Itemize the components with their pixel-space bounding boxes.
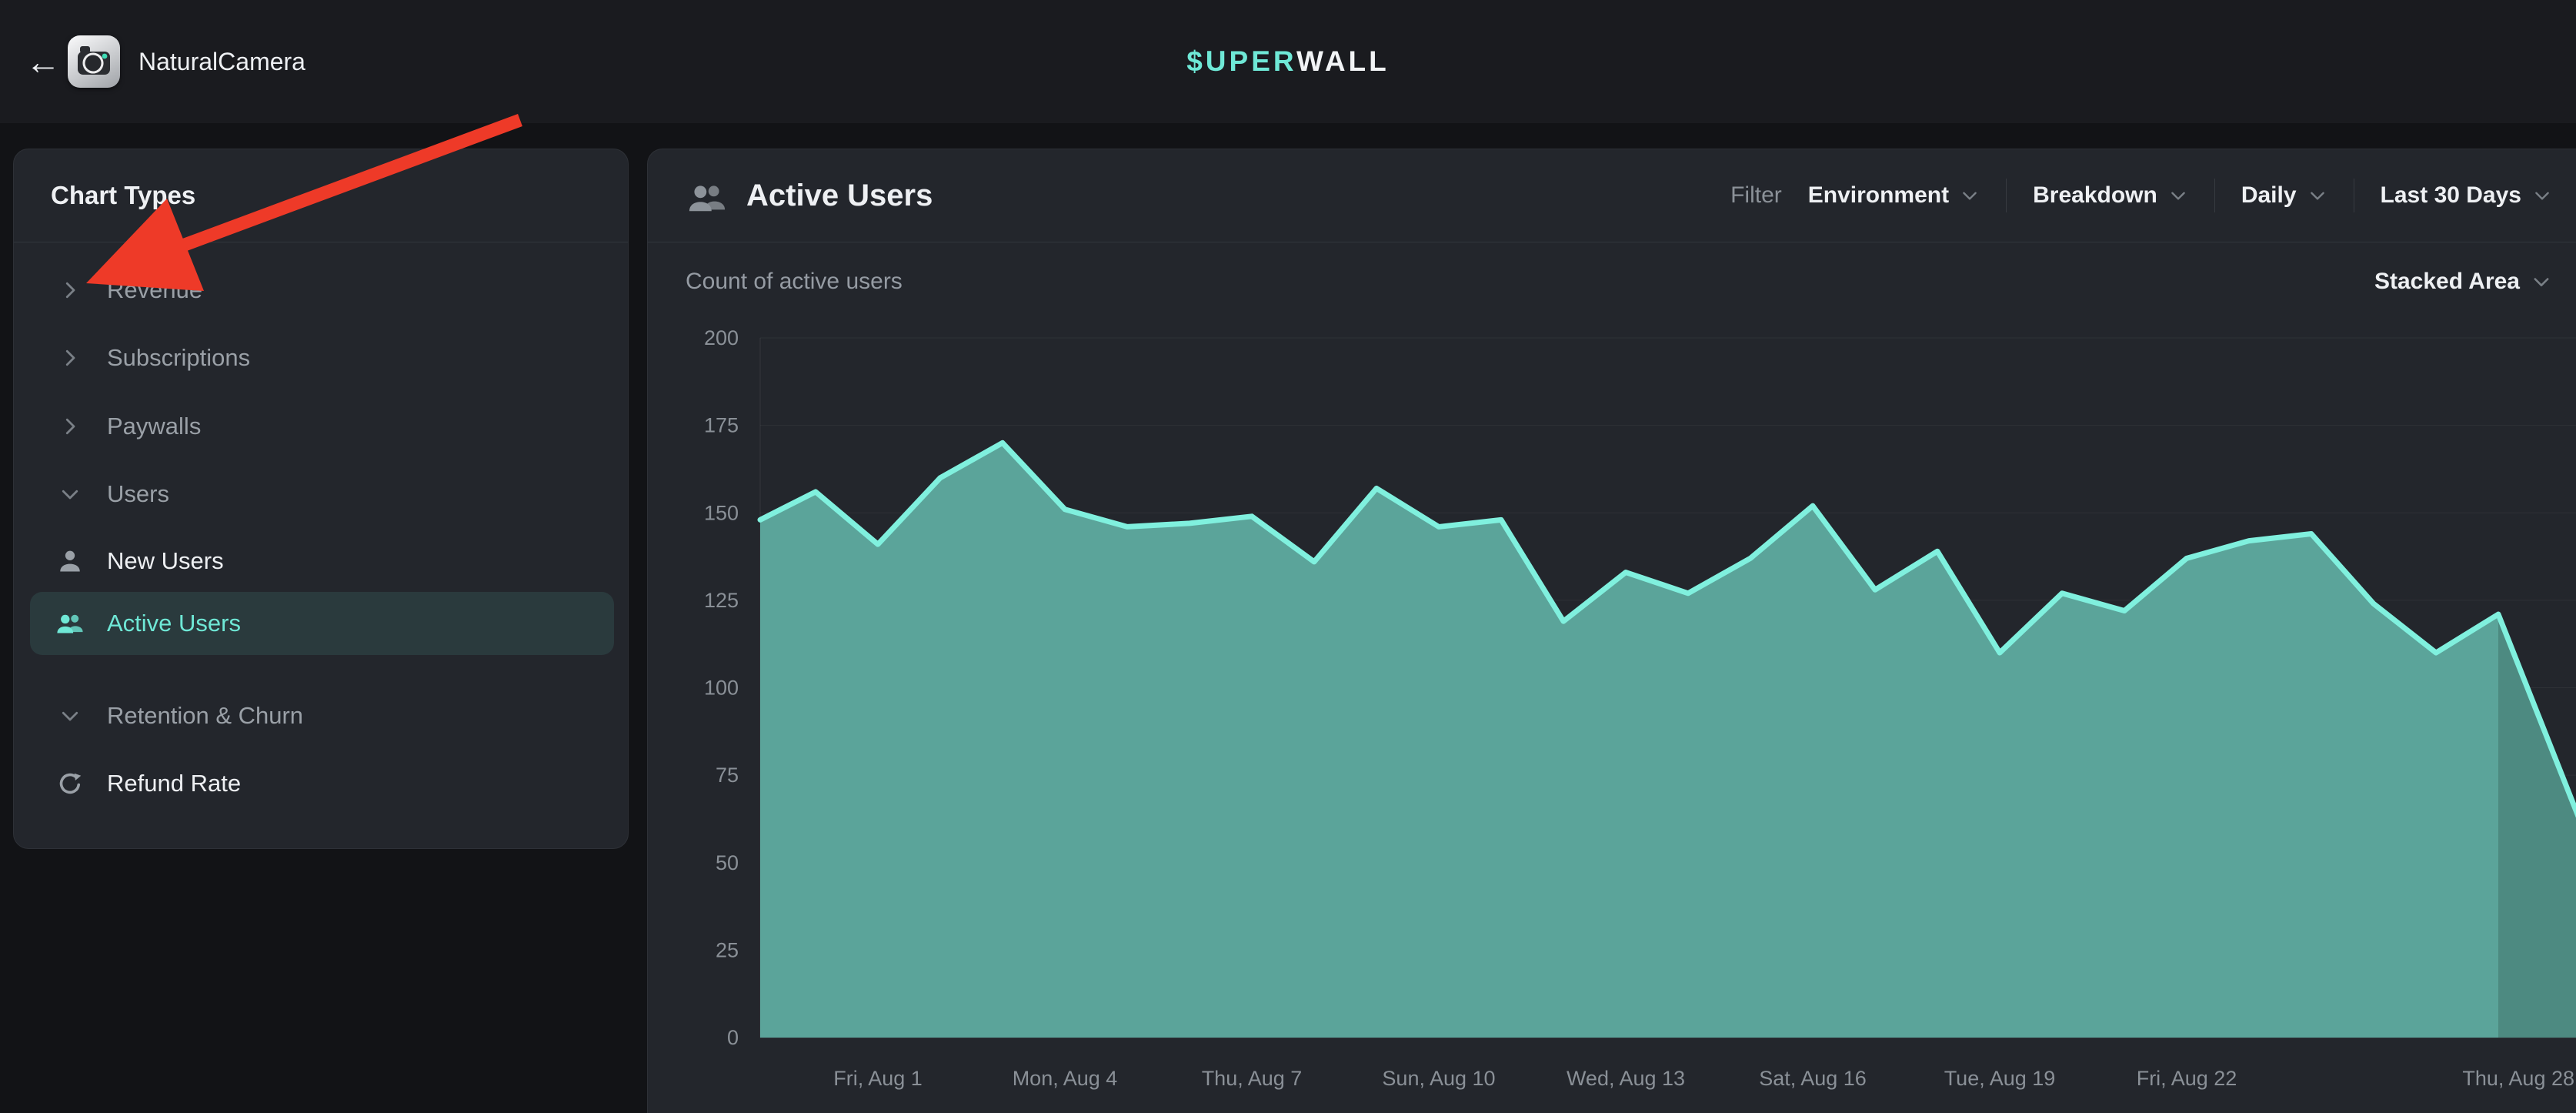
chevron-right-icon [53, 409, 87, 443]
sidebar-item-new-users[interactable]: New Users [30, 527, 614, 595]
app-name: NaturalCamera [138, 0, 305, 123]
sidebar-item-label: Retention & Churn [107, 702, 303, 730]
camera-app-icon [68, 35, 120, 88]
top-bar: ← NaturalCamera $UPERWALL [0, 0, 2576, 123]
y-axis-tick: 100 [704, 677, 739, 700]
app-root: ← NaturalCamera $UPERWALL Chart Types Re… [0, 0, 2576, 1113]
y-axis-tick: 125 [704, 589, 739, 612]
camera-glyph [68, 35, 120, 88]
sidebar-item-refund-rate[interactable]: Refund Rate [30, 750, 614, 817]
sidebar-title: Chart Types [51, 149, 195, 242]
x-axis-tick: Fri, Aug 1 [833, 1067, 923, 1090]
superwall-logo: $UPERWALL [1186, 0, 1390, 123]
chevron-down-icon [53, 699, 87, 733]
sidebar-item-active-users[interactable]: Active Users [30, 592, 614, 655]
sidebar-item-label: Active Users [107, 610, 241, 637]
active-users-panel: Active Users Filter EnvironmentBreakdown… [647, 149, 2576, 1113]
sidebar-item-label: Subscriptions [107, 344, 250, 372]
logo-primary: $UPER [1186, 45, 1296, 77]
sidebar-item-retention-churn[interactable]: Retention & Churn [30, 682, 614, 750]
chevron-right-icon [53, 273, 87, 307]
x-axis-tick: Fri, Aug 22 [2137, 1067, 2237, 1090]
back-arrow-icon[interactable]: ← [20, 38, 66, 85]
area-fill-last-segment [2498, 614, 2576, 1038]
logo-secondary: WALL [1296, 45, 1390, 77]
x-axis-tick: Sat, Aug 16 [1759, 1067, 1867, 1090]
x-axis-tick: Sun, Aug 10 [1382, 1067, 1495, 1090]
sidebar-item-label: New Users [107, 547, 224, 575]
y-axis-tick: 50 [716, 851, 739, 874]
x-axis-tick: Mon, Aug 4 [1013, 1067, 1118, 1090]
chart-types-sidebar: Chart Types Revenue Subscriptions Paywalls… [13, 149, 629, 849]
x-axis-tick: Wed, Aug 13 [1567, 1067, 1685, 1090]
y-axis-tick: 175 [704, 414, 739, 437]
x-axis-tick: Tue, Aug 19 [1944, 1067, 2056, 1090]
sidebar-item-label: Refund Rate [107, 770, 241, 797]
active-users-chart: 0 25 50 75 100 125 150 175 200 Fri, Aug 1 Mon, Aug… [648, 149, 2576, 1113]
sidebar-item-label: Revenue [107, 276, 202, 304]
people-icon [53, 607, 87, 640]
area-fill [760, 443, 2498, 1038]
sidebar-item-paywalls[interactable]: Paywalls [30, 393, 614, 460]
sidebar-item-subscriptions[interactable]: Subscriptions [30, 324, 614, 392]
x-axis-tick: Thu, Aug 28 [2462, 1067, 2574, 1090]
chevron-down-icon [53, 477, 87, 511]
x-axis-tick: Thu, Aug 7 [1202, 1067, 1303, 1090]
person-icon [53, 544, 87, 578]
sidebar-item-revenue[interactable]: Revenue [30, 256, 614, 324]
chevron-right-icon [53, 341, 87, 375]
sidebar-item-label: Paywalls [107, 413, 201, 440]
y-axis-tick: 150 [704, 501, 739, 524]
refresh-icon [53, 767, 87, 800]
y-axis-tick: 200 [704, 326, 739, 349]
sidebar-item-users[interactable]: Users [30, 460, 614, 528]
y-axis-tick: 75 [716, 764, 739, 787]
sidebar-item-label: Users [107, 480, 169, 508]
y-axis-tick: 25 [716, 938, 739, 961]
y-axis-tick: 0 [727, 1026, 739, 1049]
